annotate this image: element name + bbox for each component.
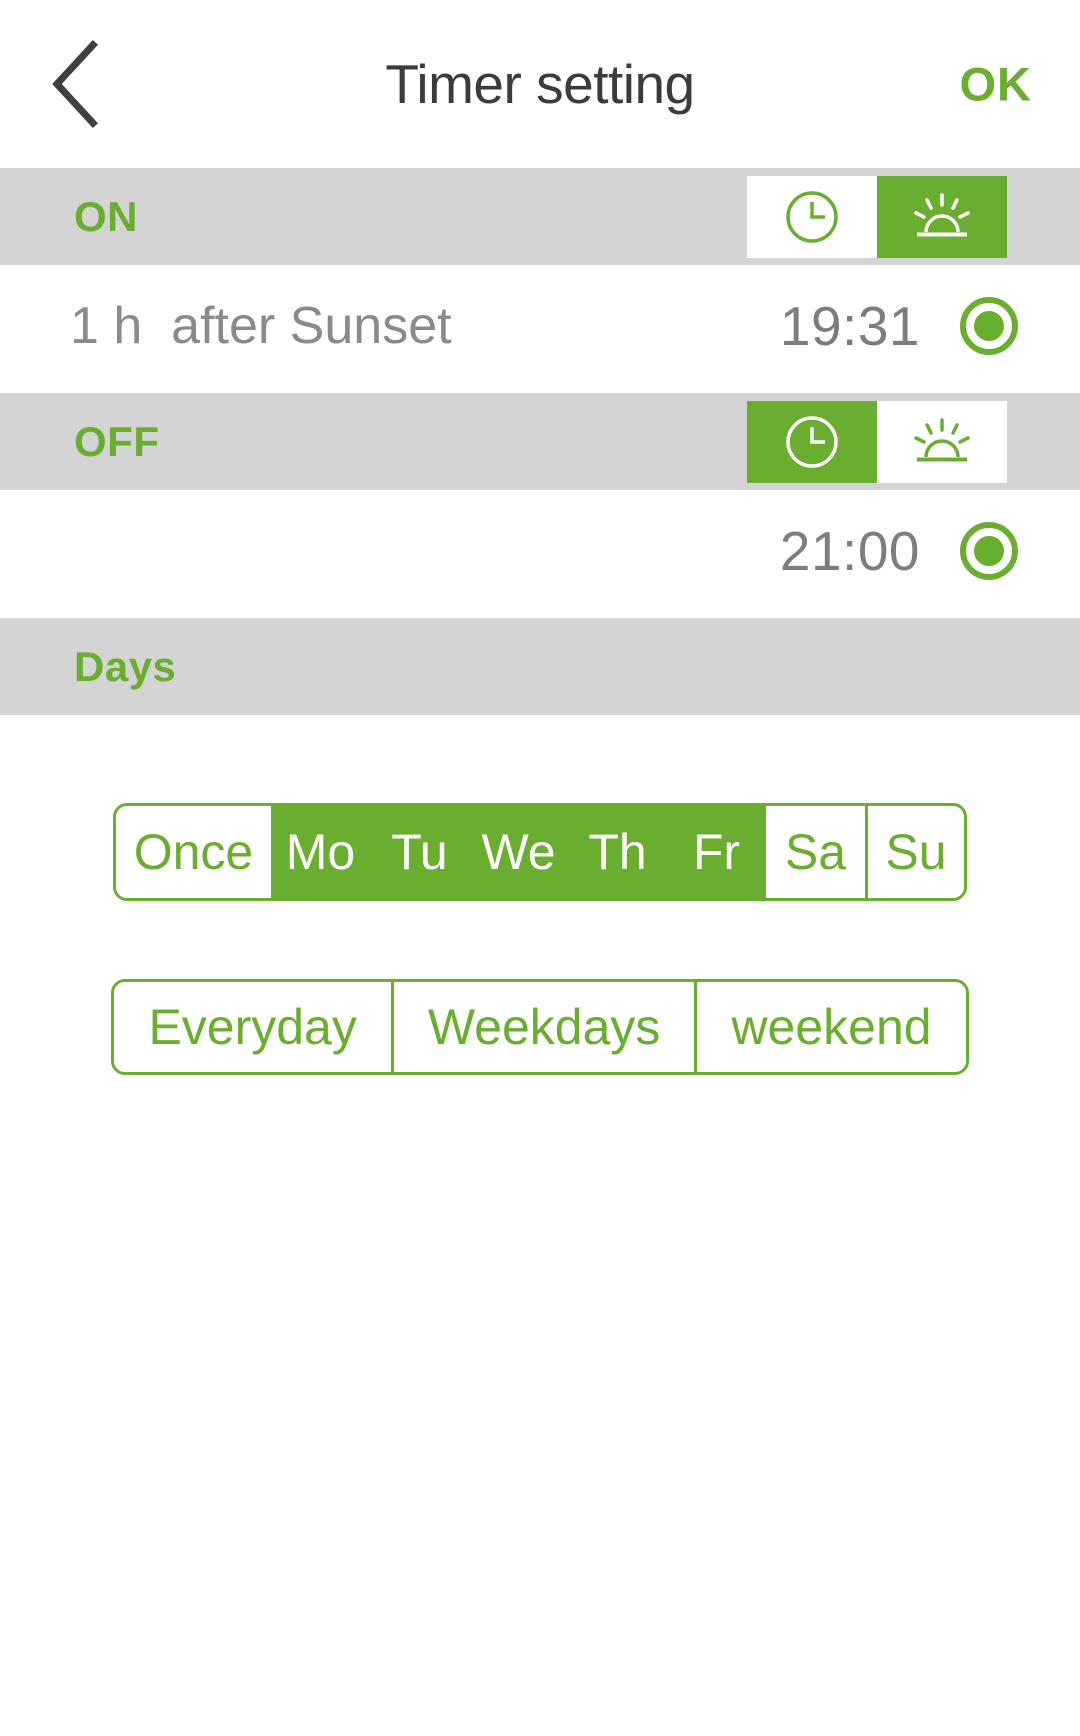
- off-time-value[interactable]: 21:00: [780, 519, 920, 583]
- on-mode-toggle-group: [747, 175, 1007, 258]
- day-option-once[interactable]: Once: [116, 806, 271, 898]
- off-value-right: 21:00: [780, 519, 1018, 583]
- day-option-fr[interactable]: Fr: [667, 806, 766, 898]
- on-label: ON: [74, 192, 138, 240]
- on-section-bar: ON: [0, 168, 1080, 265]
- off-section-bar: OFF: [0, 393, 1080, 490]
- back-button[interactable]: [30, 39, 120, 129]
- days-section-bar: Days: [0, 618, 1080, 715]
- sunset-icon: [911, 189, 973, 245]
- day-option-su[interactable]: Su: [865, 806, 964, 898]
- on-value-row[interactable]: 1 h after Sunset 19:31: [0, 265, 1080, 387]
- preset-segmented-control: Everyday Weekdays weekend: [111, 979, 969, 1075]
- day-option-tu[interactable]: Tu: [370, 806, 469, 898]
- preset-selector-row: Everyday Weekdays weekend: [0, 901, 1080, 1075]
- day-option-sa[interactable]: Sa: [766, 806, 865, 898]
- days-label: Days: [74, 642, 177, 690]
- day-segmented-control: Once Mo Tu We Th Fr Sa Su: [113, 803, 967, 901]
- on-enabled-radio[interactable]: [960, 297, 1018, 355]
- preset-option-weekdays[interactable]: Weekdays: [390, 982, 695, 1072]
- off-mode-clock-button[interactable]: [747, 400, 877, 483]
- ok-button[interactable]: OK: [960, 57, 1033, 112]
- chevron-left-icon: [47, 39, 103, 129]
- day-option-we[interactable]: We: [469, 806, 568, 898]
- off-mode-toggle-group: [747, 400, 1007, 483]
- on-mode-sunset-button[interactable]: [877, 175, 1007, 258]
- clock-icon: [784, 414, 840, 470]
- preset-option-weekend[interactable]: weekend: [694, 982, 966, 1072]
- off-enabled-radio[interactable]: [960, 522, 1018, 580]
- day-option-th[interactable]: Th: [568, 806, 667, 898]
- page-title: Timer setting: [385, 53, 695, 115]
- clock-icon: [784, 189, 840, 245]
- preset-option-everyday[interactable]: Everyday: [114, 982, 391, 1072]
- on-time-value[interactable]: 19:31: [780, 294, 920, 358]
- app-header: Timer setting OK: [0, 0, 1080, 168]
- radio-dot-icon: [974, 536, 1004, 566]
- on-value-right: 19:31: [780, 294, 1018, 358]
- day-option-mo[interactable]: Mo: [271, 806, 370, 898]
- sunset-icon: [911, 414, 973, 470]
- radio-dot-icon: [974, 311, 1004, 341]
- off-value-row[interactable]: 21:00: [0, 490, 1080, 612]
- off-label: OFF: [74, 417, 160, 465]
- days-content: Once Mo Tu We Th Fr Sa Su Everyday Weekd…: [0, 715, 1080, 1075]
- on-description: 1 h after Sunset: [70, 297, 452, 355]
- day-selector-row: Once Mo Tu We Th Fr Sa Su: [0, 803, 1080, 901]
- off-mode-sunset-button[interactable]: [877, 400, 1007, 483]
- on-mode-clock-button[interactable]: [747, 175, 877, 258]
